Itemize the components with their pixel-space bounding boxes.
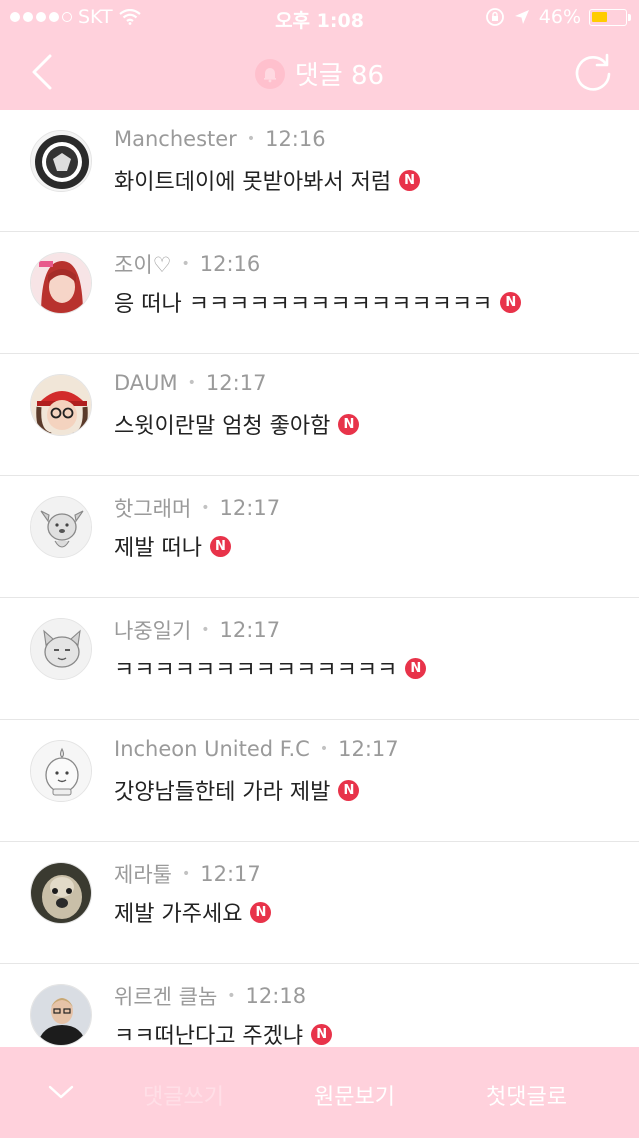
status-bar: SKT 오후 1:08 46%: [0, 0, 639, 36]
comment-time: 12:18: [245, 984, 307, 1008]
comment-text-wrap: 제발 가주세요 N: [114, 896, 272, 928]
status-right: 46%: [485, 6, 631, 28]
comment-meta: 위르겐 클놈 • 12:18: [114, 981, 306, 1011]
avatar[interactable]: [30, 862, 92, 924]
comment-row[interactable]: Manchester • 12:16 화이트데이에 못받아봐서 저럼 N: [0, 110, 639, 232]
comment-text-wrap: 제발 떠나 N: [114, 530, 231, 562]
separator-dot: •: [246, 131, 256, 147]
new-badge: N: [311, 1023, 333, 1045]
comment-text: 화이트데이에 못받아봐서 저럼: [114, 170, 392, 195]
comment-text: ㅋㅋ떠난다고 주겠냐: [114, 1024, 304, 1049]
comment-row[interactable]: 핫그래머 • 12:17 제발 떠나 N: [0, 476, 639, 598]
avatar[interactable]: [30, 618, 92, 680]
refresh-icon[interactable]: [571, 50, 615, 94]
battery-icon: [589, 8, 631, 26]
new-badge: N: [405, 657, 427, 679]
comment-list: Manchester • 12:16 화이트데이에 못받아봐서 저럼 N 조이♡…: [0, 110, 639, 1086]
comment-meta: DAUM • 12:17: [114, 371, 266, 395]
comment-author[interactable]: 나중일기: [114, 615, 191, 645]
location-icon: [514, 10, 529, 24]
comment-text: 갓양남들한테 가라 제발: [114, 780, 331, 805]
separator-dot: •: [181, 866, 191, 882]
battery-percent: 46%: [538, 6, 581, 28]
comment-text-wrap: 화이트데이에 못받아봐서 저럼 N: [114, 164, 421, 196]
comment-meta: Incheon United F.C • 12:17: [114, 737, 399, 761]
comment-row[interactable]: 조이♡ • 12:16 응 떠나 ㅋㅋㅋㅋㅋㅋㅋㅋㅋㅋㅋㅋㅋㅋㅋ N: [0, 232, 639, 354]
comment-time: 12:17: [219, 618, 281, 642]
bottom-toolbar: 댓글쓰기 원문보기 첫댓글로: [0, 1047, 639, 1138]
comment-text: 제발 가주세요: [114, 902, 243, 927]
avatar[interactable]: [30, 374, 92, 436]
view-original-button[interactable]: 원문보기: [314, 1079, 395, 1111]
comment-author[interactable]: DAUM: [114, 371, 178, 395]
separator-dot: •: [319, 741, 329, 757]
comment-meta: 나중일기 • 12:17: [114, 615, 280, 645]
separator-dot: •: [201, 622, 210, 638]
comment-author[interactable]: 위르겐 클놈: [114, 981, 217, 1011]
comment-row[interactable]: 나중일기 • 12:17 ㅋㅋㅋㅋㅋㅋㅋㅋㅋㅋㅋㅋㅋㅋ N: [0, 598, 639, 720]
battery-fill: [592, 11, 607, 22]
avatar[interactable]: [30, 130, 92, 192]
comment-time: 12:17: [205, 371, 267, 395]
comment-text: 제발 떠나: [114, 536, 202, 561]
comment-time: 12:17: [338, 737, 399, 761]
avatar[interactable]: [30, 252, 92, 314]
comment-time: 12:16: [265, 127, 326, 151]
avatar[interactable]: [30, 984, 92, 1046]
new-badge: N: [500, 291, 522, 313]
comment-text-wrap: ㅋㅋ떠난다고 주겠냐 N: [114, 1018, 333, 1050]
new-badge: N: [399, 169, 421, 191]
separator-dot: •: [227, 988, 236, 1004]
comment-author[interactable]: Incheon United F.C: [114, 737, 310, 761]
comment-time: 12:16: [199, 252, 261, 276]
comment-text: ㅋㅋㅋㅋㅋㅋㅋㅋㅋㅋㅋㅋㅋㅋ: [114, 658, 398, 683]
comment-author[interactable]: 조이♡: [114, 249, 171, 279]
page-title: 댓글 86: [294, 61, 385, 91]
new-badge: N: [209, 535, 231, 557]
comment-row[interactable]: Incheon United F.C • 12:17 갓양남들한테 가라 제발 …: [0, 720, 639, 842]
comment-text-wrap: 스윗이란말 엄청 좋아함 N: [114, 408, 360, 440]
comment-text: 응 떠나 ㅋㅋㅋㅋㅋㅋㅋㅋㅋㅋㅋㅋㅋㅋㅋ: [114, 292, 493, 317]
new-badge: N: [338, 779, 360, 801]
comment-meta: 핫그래머 • 12:17: [114, 493, 280, 523]
write-comment-button[interactable]: 댓글쓰기: [143, 1079, 224, 1111]
comment-meta: 제라툴 • 12:17: [114, 859, 261, 889]
orientation-lock-icon: [485, 8, 504, 26]
bell-icon[interactable]: [254, 58, 285, 89]
comment-text-wrap: ㅋㅋㅋㅋㅋㅋㅋㅋㅋㅋㅋㅋㅋㅋ N: [114, 652, 427, 684]
chevron-down-icon[interactable]: [46, 1077, 76, 1107]
comment-time: 12:17: [200, 862, 261, 886]
comment-meta: 조이♡ • 12:16: [114, 249, 260, 279]
new-badge: N: [250, 901, 272, 923]
separator-dot: •: [181, 256, 190, 272]
comment-author[interactable]: 핫그래머: [114, 493, 191, 523]
avatar[interactable]: [30, 740, 92, 802]
nav-bar: 댓글 86: [0, 36, 639, 110]
comment-text-wrap: 응 떠나 ㅋㅋㅋㅋㅋㅋㅋㅋㅋㅋㅋㅋㅋㅋㅋ N: [114, 286, 522, 318]
comment-author[interactable]: Manchester: [114, 127, 237, 151]
separator-dot: •: [187, 375, 196, 391]
comment-author[interactable]: 제라툴: [114, 859, 172, 889]
comment-time: 12:17: [219, 496, 281, 520]
first-comment-button[interactable]: 첫댓글로: [486, 1079, 567, 1111]
comment-text: 스윗이란말 엄청 좋아함: [114, 414, 331, 439]
comment-text-wrap: 갓양남들한테 가라 제발 N: [114, 774, 360, 806]
page-title-wrap: 댓글 86: [0, 55, 639, 92]
new-badge: N: [338, 413, 360, 435]
comment-meta: Manchester • 12:16: [114, 127, 326, 151]
comment-row[interactable]: 제라툴 • 12:17 제발 가주세요 N: [0, 842, 639, 964]
comment-row[interactable]: DAUM • 12:17 스윗이란말 엄청 좋아함 N: [0, 354, 639, 476]
separator-dot: •: [201, 500, 210, 516]
avatar[interactable]: [30, 496, 92, 558]
